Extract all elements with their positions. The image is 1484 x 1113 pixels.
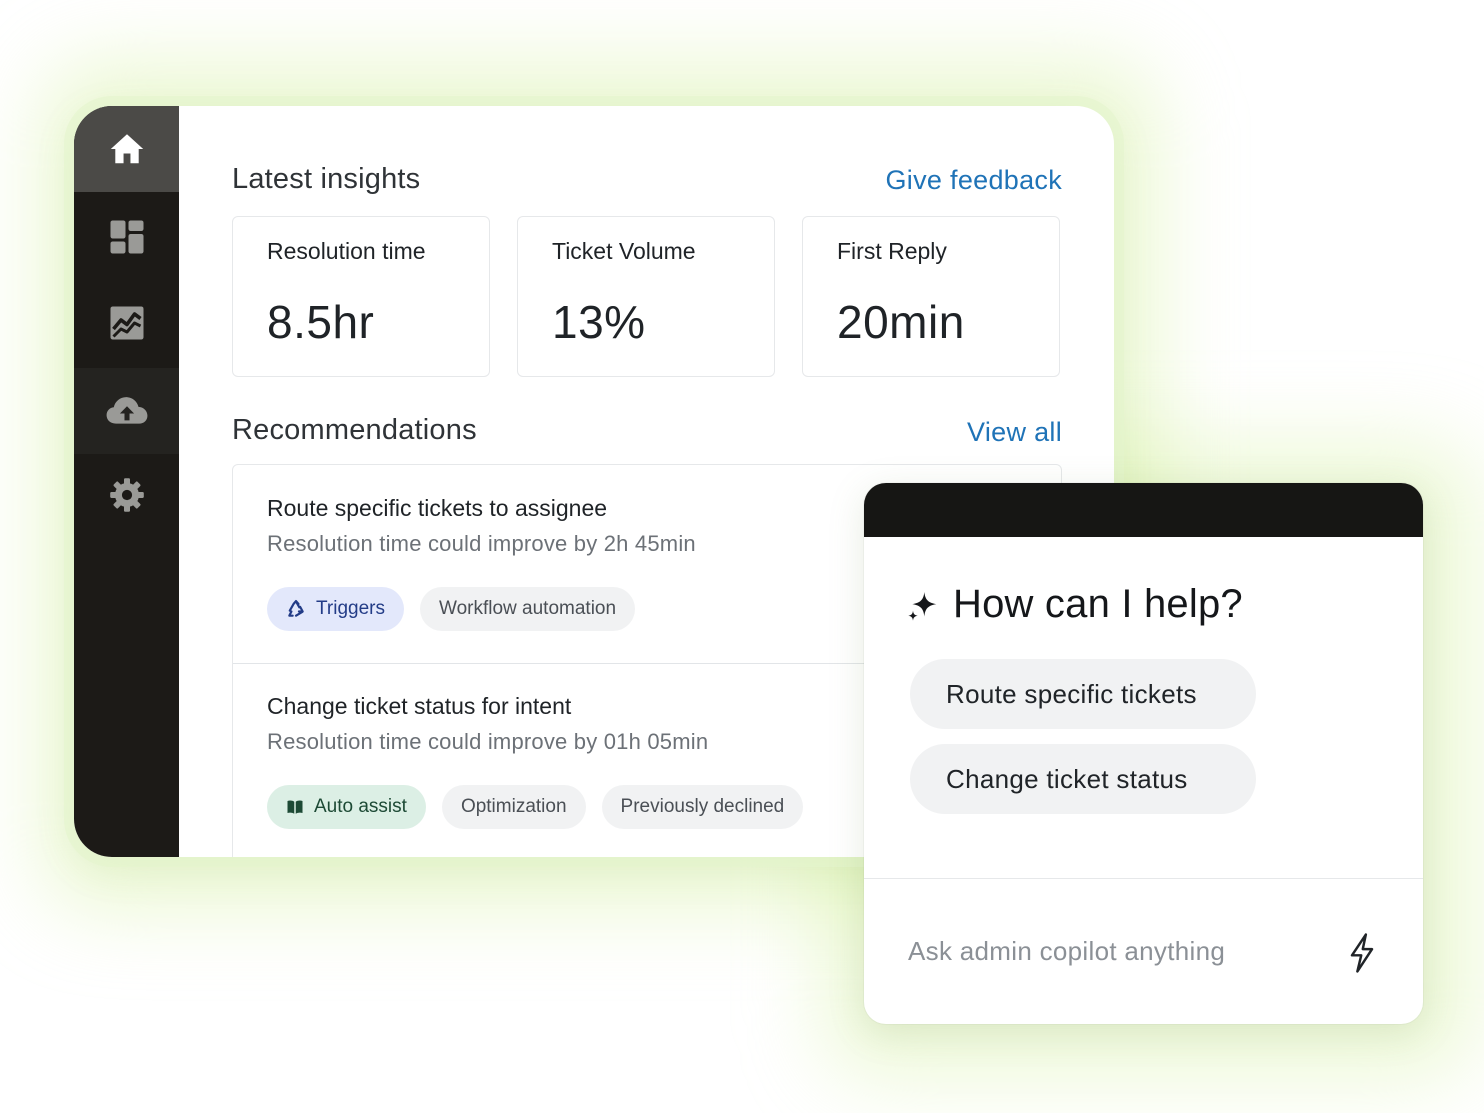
give-feedback-link[interactable]: Give feedback bbox=[886, 165, 1063, 196]
sidebar-item-upload[interactable] bbox=[74, 368, 179, 454]
tag-optimization[interactable]: Optimization bbox=[441, 785, 586, 829]
recommendation-subtitle: Resolution time could improve by 01h 05m… bbox=[267, 729, 709, 754]
latest-insights-heading: Latest insights bbox=[232, 163, 421, 195]
copilot-prompt-input[interactable] bbox=[908, 929, 1328, 973]
tag-previously-declined[interactable]: Previously declined bbox=[601, 785, 804, 829]
tag-triggers[interactable]: Triggers bbox=[267, 587, 404, 631]
tag-label: Auto assist bbox=[314, 796, 407, 817]
tag-label: Triggers bbox=[316, 598, 385, 619]
recycle-icon bbox=[286, 599, 316, 619]
dashboard-icon bbox=[109, 219, 145, 255]
reports-icon bbox=[109, 305, 145, 341]
cloud-upload-icon bbox=[105, 393, 149, 429]
stat-label: Resolution time bbox=[267, 238, 426, 264]
sidebar-item-home[interactable] bbox=[74, 106, 179, 192]
stat-label: First Reply bbox=[837, 238, 947, 264]
view-all-link[interactable]: View all bbox=[967, 417, 1062, 448]
recommendation-title: Route specific tickets to assignee bbox=[267, 495, 608, 521]
tag-row: Triggers Workflow automation bbox=[267, 587, 636, 631]
book-icon bbox=[286, 798, 314, 816]
sidebar-nav bbox=[74, 106, 179, 857]
tag-workflow-automation[interactable]: Workflow automation bbox=[419, 587, 636, 631]
tag-label: Previously declined bbox=[620, 796, 785, 817]
lightning-bolt-icon bbox=[1347, 933, 1377, 973]
copilot-header-bar bbox=[864, 483, 1423, 537]
stat-card-first-reply: First Reply 20min bbox=[802, 216, 1060, 377]
home-icon bbox=[109, 131, 145, 167]
suggestion-route-specific-tickets[interactable]: Route specific tickets bbox=[910, 659, 1256, 729]
gear-icon bbox=[109, 477, 145, 513]
recommendations-heading: Recommendations bbox=[232, 414, 477, 446]
submit-button[interactable] bbox=[1338, 931, 1386, 975]
recommendation-subtitle: Resolution time could improve by 2h 45mi… bbox=[267, 531, 696, 556]
admin-copilot-panel: How can I help? Route specific tickets C… bbox=[864, 483, 1423, 1024]
sidebar-item-settings[interactable] bbox=[74, 452, 179, 538]
stat-label: Ticket Volume bbox=[552, 238, 696, 264]
tag-auto-assist[interactable]: Auto assist bbox=[267, 785, 426, 829]
tag-label: Optimization bbox=[460, 796, 567, 817]
tag-row: Auto assist Optimization Previously decl… bbox=[267, 785, 804, 829]
stat-value: 8.5hr bbox=[267, 296, 375, 348]
suggestion-change-ticket-status[interactable]: Change ticket status bbox=[910, 744, 1256, 814]
tag-label: Workflow automation bbox=[438, 598, 617, 619]
stat-card-resolution-time: Resolution time 8.5hr bbox=[232, 216, 490, 377]
stat-value: 20min bbox=[837, 296, 965, 348]
sparkle-icon bbox=[907, 590, 939, 627]
stat-card-ticket-volume: Ticket Volume 13% bbox=[517, 216, 775, 377]
sidebar-item-dashboard[interactable] bbox=[74, 194, 179, 280]
stat-value: 13% bbox=[552, 296, 646, 348]
recommendation-title: Change ticket status for intent bbox=[267, 693, 572, 719]
sidebar-item-reports[interactable] bbox=[74, 280, 179, 366]
copilot-heading: How can I help? bbox=[953, 582, 1243, 626]
divider bbox=[864, 878, 1423, 879]
